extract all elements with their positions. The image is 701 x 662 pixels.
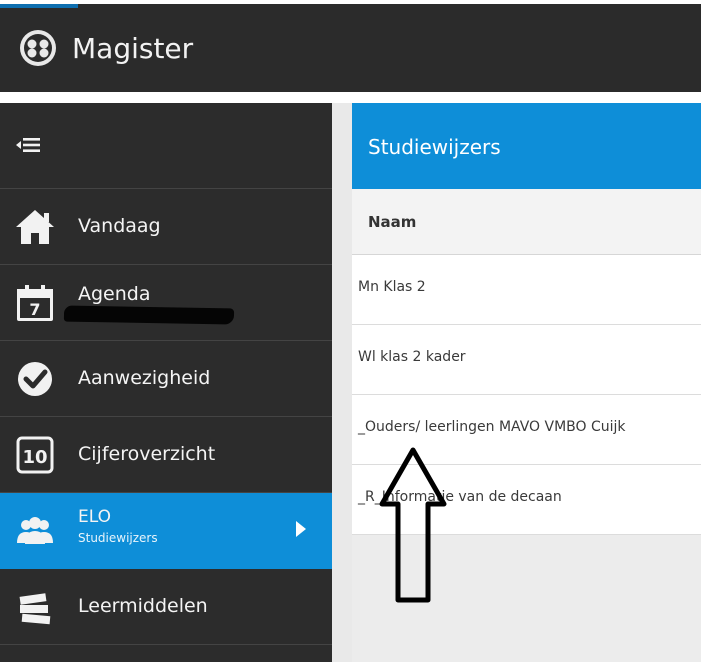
sidebar-item-leermiddelen[interactable]: Leermiddelen [0, 569, 332, 645]
annotation-arrow [379, 447, 447, 603]
grade-number: 10 [22, 447, 47, 468]
table-row[interactable]: Wl klas 2 kader [352, 325, 701, 395]
sidebar-item-label: Aanwezigheid [78, 367, 211, 389]
sidebar-item-aanwezigheid[interactable]: Aanwezigheid [0, 341, 332, 417]
sidebar-item-label: Leermiddelen [78, 595, 208, 617]
top-accent-strip [0, 4, 78, 8]
top-bar: Magister [0, 4, 701, 92]
row-name: _Ouders/ leerlingen MAVO VMBO Cuijk [358, 419, 626, 435]
column-header-naam[interactable]: Naam [352, 189, 701, 255]
menu-collapse-button[interactable] [0, 103, 332, 189]
calendar-icon: 7 [17, 285, 53, 321]
page-title: Studiewijzers [368, 135, 501, 159]
calendar-day-number: 7 [29, 300, 40, 319]
sidebar-item-label: Cijferoverzicht [78, 443, 216, 465]
home-icon [16, 210, 54, 244]
books-icon [19, 593, 51, 625]
sidebar-item-label: Vandaag [78, 215, 161, 237]
number-badge-icon: 10 [16, 436, 54, 474]
row-name: Wl klas 2 kader [358, 349, 466, 365]
sidebar-item-vandaag[interactable]: Vandaag [0, 189, 332, 265]
redaction-mark [63, 305, 235, 325]
content-gutter [332, 103, 352, 662]
column-header-label: Naam [368, 213, 417, 231]
sidebar-item-sublabel: Studiewijzers [78, 531, 158, 545]
menu-collapse-icon [16, 138, 40, 152]
magister-app: Magister Vandaag 7 Agenda Aanwezigheid 1… [0, 0, 701, 662]
group-icon [17, 517, 53, 544]
chevron-right-icon [296, 521, 306, 537]
logo-icon [20, 30, 56, 66]
content-header: Studiewijzers [352, 103, 701, 189]
checkmark-icon [18, 362, 52, 396]
table-row[interactable]: Mn Klas 2 [352, 255, 701, 325]
sidebar-item-elo[interactable]: ELO Studiewijzers [0, 493, 332, 569]
sidebar: Vandaag 7 Agenda Aanwezigheid 10 Cijfero… [0, 103, 332, 662]
sidebar-item-agenda[interactable]: 7 Agenda [0, 265, 332, 341]
sidebar-item-cijferoverzicht[interactable]: 10 Cijferoverzicht [0, 417, 332, 493]
sidebar-item-label: ELO [78, 507, 111, 527]
row-name: Mn Klas 2 [358, 279, 426, 295]
sidebar-item-label: Agenda [78, 283, 151, 305]
app-title: Magister [72, 31, 194, 65]
